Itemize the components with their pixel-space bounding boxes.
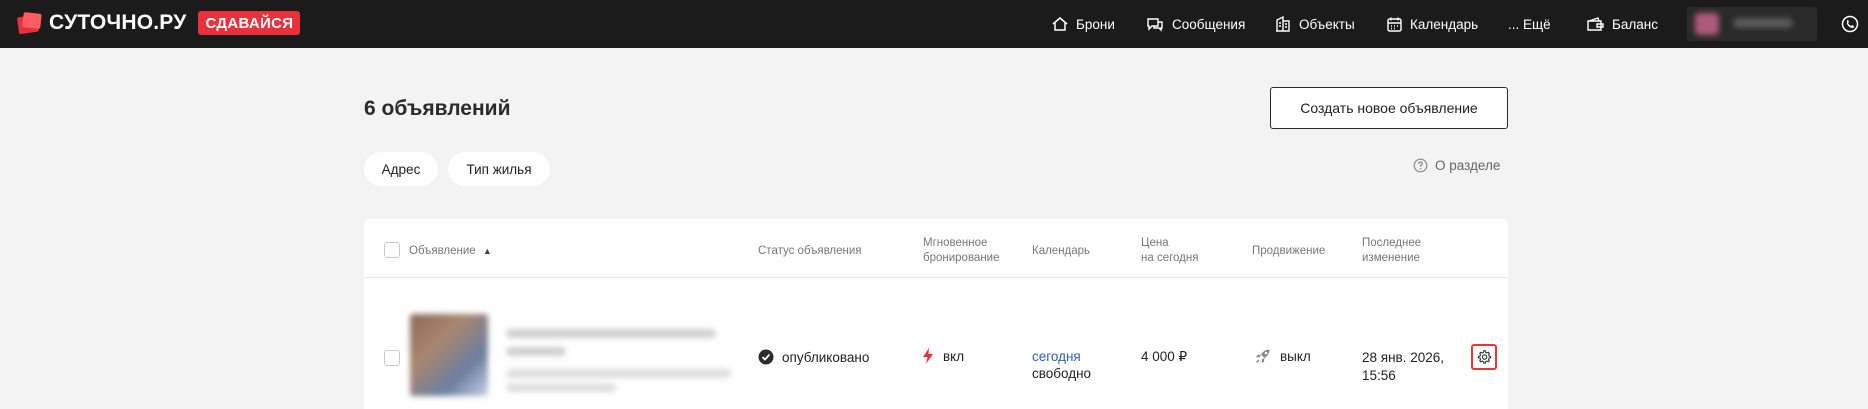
header-changed-line1: Последнее (1362, 237, 1422, 249)
row-checkbox[interactable] (384, 350, 400, 366)
user-menu[interactable] (1687, 7, 1817, 41)
create-listing-button[interactable]: Создать новое объявление (1270, 87, 1508, 129)
listing-title-redacted[interactable] (506, 329, 716, 338)
wallet-icon (1587, 17, 1604, 31)
promotion-toggle[interactable]: выкл (1254, 347, 1311, 365)
listing-title-redacted (506, 347, 566, 356)
user-name-redacted (1733, 18, 1793, 28)
nav-messages-label: Сообщения (1172, 16, 1246, 32)
last-changed: 28 янв. 2026, 15:56 (1362, 349, 1444, 385)
gear-icon (1477, 349, 1492, 364)
header-price-line2: на сегодня (1141, 252, 1199, 264)
status-label: опубликовано (782, 349, 870, 365)
promotion-value: выкл (1280, 348, 1311, 364)
header-instant-booking: Мгновенное бронирование (923, 236, 1000, 266)
about-section-label: О разделе (1435, 158, 1501, 173)
home-icon (1052, 17, 1068, 31)
nav-objects[interactable]: Объекты (1274, 0, 1355, 48)
nav-calendar[interactable]: Календарь (1386, 0, 1478, 48)
instant-booking-value: вкл (943, 348, 965, 364)
header-price: Цена на сегодня (1141, 236, 1198, 266)
nav-more[interactable]: ... Ещё (1508, 0, 1551, 48)
nav-bookings-label: Брони (1076, 16, 1115, 32)
listing-address-redacted (506, 383, 616, 392)
brand-logo[interactable]: СУТОЧНО.РУ СДАВАЙСЯ (16, 11, 301, 35)
nav-bookings[interactable]: Брони (1051, 0, 1115, 48)
listings-table: Объявление ▲ Статус объявления Мгновенно… (364, 219, 1508, 409)
chat-icon (1147, 18, 1163, 32)
nav-balance-label: Баланс (1612, 16, 1658, 32)
calendar-icon (1387, 17, 1402, 32)
listing-settings-button[interactable] (1471, 344, 1497, 370)
brand-badge: СДАВАЙСЯ (198, 11, 301, 35)
header-instant-line1: Мгновенное (923, 237, 988, 249)
listing-photo[interactable] (410, 314, 488, 396)
header-calendar: Календарь (1032, 245, 1091, 257)
logo-icon (16, 12, 42, 35)
header-status: Статус объявления (758, 245, 862, 257)
nav-balance[interactable]: Баланс (1586, 0, 1658, 48)
header-promotion: Продвижение (1252, 245, 1326, 257)
calendar-today-link[interactable]: сегодня (1032, 349, 1081, 364)
building-icon (1276, 15, 1290, 32)
filter-property-type[interactable]: Тип жилья (448, 152, 550, 186)
about-section-link[interactable]: О разделе (1413, 158, 1500, 173)
nav-more-label: ... Ещё (1508, 16, 1551, 32)
last-changed-time: 15:56 (1362, 368, 1396, 383)
check-circle-icon (758, 349, 774, 365)
rocket-icon (1256, 349, 1270, 363)
support-button[interactable] (1840, 14, 1860, 39)
support-icon (1841, 15, 1859, 33)
lightning-icon (923, 348, 933, 364)
header-last-changed: Последнее изменение (1362, 236, 1421, 266)
header-listing[interactable]: Объявление ▲ (409, 244, 492, 259)
header-listing-label: Объявление (409, 245, 476, 257)
top-navigation-bar: СУТОЧНО.РУ СДАВАЙСЯ Брони Сообщения Объе… (0, 0, 1868, 48)
instant-booking-toggle[interactable]: вкл (922, 347, 964, 365)
page-title: 6 объявлений (364, 97, 511, 120)
sort-asc-icon: ▲ (482, 246, 492, 256)
price-today[interactable]: 4 000 ₽ (1141, 349, 1187, 365)
header-changed-line2: изменение (1362, 252, 1420, 264)
nav-messages[interactable]: Сообщения (1145, 0, 1245, 48)
header-instant-line2: бронирование (923, 252, 1000, 264)
status-published: опубликовано (758, 349, 869, 365)
header-price-line1: Цена (1141, 237, 1169, 249)
nav-calendar-label: Календарь (1410, 16, 1479, 32)
last-changed-date: 28 янв. 2026, (1362, 350, 1444, 365)
avatar (1695, 13, 1719, 35)
filter-address[interactable]: Адрес (364, 152, 438, 186)
header-divider (364, 277, 1508, 278)
listing-address-redacted (506, 369, 731, 378)
nav-objects-label: Объекты (1299, 16, 1355, 32)
select-all-checkbox[interactable] (384, 242, 400, 258)
help-icon (1413, 158, 1428, 173)
calendar-state: свободно (1032, 366, 1092, 381)
brand-name: СУТОЧНО.РУ (49, 11, 187, 34)
